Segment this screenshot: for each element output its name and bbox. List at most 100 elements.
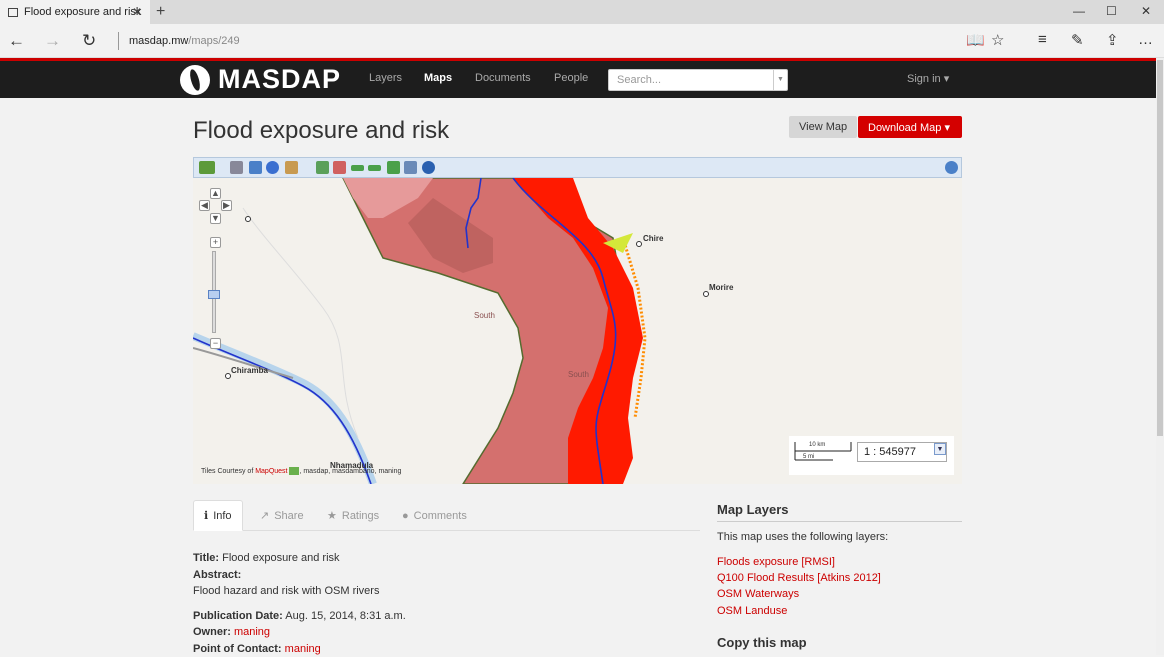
logo-text: MASDAP <box>218 64 341 95</box>
zoom-in-tool-icon[interactable] <box>316 161 329 174</box>
download-map-label: Download Map <box>868 122 941 134</box>
page-icon <box>8 8 18 17</box>
zoom-in-icon[interactable]: + <box>210 237 221 248</box>
comment-icon: ● <box>402 510 409 522</box>
place-label-chiramba: Chiramba <box>231 366 268 375</box>
scale-select[interactable]: 1 : 545977 ▼ <box>857 442 947 462</box>
basemap-icon[interactable] <box>199 161 215 174</box>
pan-left-icon[interactable]: ◀ <box>199 200 210 211</box>
back-arrow-icon[interactable] <box>351 165 364 171</box>
scale-dropdown-icon[interactable]: ▼ <box>934 443 946 455</box>
help-icon[interactable] <box>945 161 958 174</box>
mapquest-logo-icon <box>289 467 299 475</box>
signin-label: Sign in <box>907 73 941 85</box>
info-owner-row: Owner: maning <box>193 624 693 641</box>
window-close-icon[interactable]: ✕ <box>1141 4 1151 18</box>
layer-link-q100[interactable]: Q100 Flood Results [Atkins 2012] <box>717 572 881 584</box>
malawi-logo-icon <box>180 65 210 95</box>
new-tab-icon[interactable]: + <box>156 3 165 21</box>
maximize-icon[interactable]: ☐ <box>1106 4 1117 18</box>
tab-ratings[interactable]: ★ Ratings <box>317 500 389 531</box>
info-tool-icon[interactable] <box>266 161 279 174</box>
info-abstract-label: Abstract: <box>193 569 241 581</box>
measure-icon[interactable] <box>285 161 298 174</box>
info-title-value: Flood exposure and risk <box>222 552 339 564</box>
map-info: Title: Flood exposure and risk Abstract:… <box>193 550 693 657</box>
info-pubdate-row: Publication Date: Aug. 15, 2014, 8:31 a.… <box>193 608 693 625</box>
nav-people[interactable]: People <box>554 72 588 84</box>
pan-icon[interactable] <box>249 161 262 174</box>
share-icon: ↗ <box>260 509 269 522</box>
hub-icon[interactable]: ≡ <box>1038 31 1047 48</box>
map-attribution: Tiles Courtesy of MapQuest , masdap, mas… <box>201 467 401 475</box>
info-poc-label: Point of Contact: <box>193 643 282 655</box>
search-dropdown-icon[interactable]: ▼ <box>773 70 787 90</box>
poc-link[interactable]: maning <box>285 643 321 655</box>
nav-maps[interactable]: Maps <box>424 72 452 84</box>
refresh-icon[interactable]: ↻ <box>82 31 96 51</box>
url-field[interactable]: masdap.mw/maps/249 <box>129 35 240 47</box>
map-toolbar <box>193 157 962 178</box>
info-title-row: Title: Flood exposure and risk <box>193 550 693 567</box>
forward-arrow-icon[interactable] <box>368 165 381 171</box>
zoom-out-tool-icon[interactable] <box>333 161 346 174</box>
download-map-button[interactable]: Download Map ▾ <box>858 116 962 138</box>
region-label-south-2: South <box>568 370 589 379</box>
back-icon[interactable]: ← <box>8 31 25 51</box>
globe-icon[interactable] <box>422 161 435 174</box>
favorite-icon[interactable]: ☆ <box>991 31 1004 49</box>
zoom-out-icon[interactable]: − <box>210 338 221 349</box>
pan-up-icon[interactable]: ▲ <box>210 188 221 199</box>
info-owner-label: Owner: <box>193 626 231 638</box>
region-label-south: South <box>474 311 495 320</box>
tab-comments-label: Comments <box>414 510 467 522</box>
reading-view-icon[interactable]: 📖 <box>966 31 985 49</box>
url-separator <box>118 32 119 50</box>
browser-tab[interactable]: Flood exposure and risk ✕ <box>0 0 150 24</box>
detail-tabs: ℹ Info ↗ Share ★ Ratings ● Comments <box>193 500 700 531</box>
tab-info[interactable]: ℹ Info <box>193 500 243 531</box>
map-viewport[interactable]: ▲ ◀ ▶ ▼ + − Chire Morire South South Chi… <box>193 178 962 484</box>
attribution-suffix: , masdap, masdambano, maning <box>299 468 401 475</box>
pan-right-icon[interactable]: ▶ <box>221 200 232 211</box>
share-browser-icon[interactable]: ⇪ <box>1106 31 1119 49</box>
close-tab-icon[interactable]: ✕ <box>132 5 142 19</box>
caret-down-icon: ▾ <box>944 122 950 134</box>
site-logo[interactable]: MASDAP <box>180 64 341 95</box>
place-marker-chire <box>636 241 642 247</box>
info-abstract-value: Flood hazard and risk with OSM rivers <box>193 583 693 600</box>
forward-icon[interactable]: → <box>44 31 61 51</box>
nav-layers[interactable]: Layers <box>369 72 402 84</box>
minimize-icon[interactable]: — <box>1073 4 1085 18</box>
zoom-slider-thumb[interactable] <box>208 290 220 299</box>
layer-grid-icon[interactable] <box>404 161 417 174</box>
road-line <box>243 208 358 438</box>
view-map-button[interactable]: View Map <box>789 116 857 138</box>
search-input[interactable]: Search... ▼ <box>608 69 788 91</box>
info-pubdate-value: Aug. 15, 2014, 8:31 a.m. <box>285 610 405 622</box>
tab-share-label: Share <box>274 510 303 522</box>
layer-link-osm-waterways[interactable]: OSM Waterways <box>717 588 799 600</box>
place-label-chire: Chire <box>643 234 663 243</box>
layer-link-floods-exposure[interactable]: Floods exposure [RMSI] <box>717 556 835 568</box>
place-marker <box>245 216 251 222</box>
browser-tab-title: Flood exposure and risk <box>24 6 141 18</box>
owner-link[interactable]: maning <box>234 626 270 638</box>
pan-down-icon[interactable]: ▼ <box>210 213 221 224</box>
address-bar: ← → ↻ masdap.mw/maps/249 📖 ☆ ≡ ✎ ⇪ … <box>0 24 1164 58</box>
web-note-icon[interactable]: ✎ <box>1071 31 1084 49</box>
signin-link[interactable]: Sign in ▾ <box>907 72 949 85</box>
scrollbar-thumb[interactable] <box>1157 60 1163 436</box>
nav-documents[interactable]: Documents <box>475 72 531 84</box>
mapquest-link[interactable]: MapQuest <box>255 468 287 475</box>
layer-link-osm-landuse[interactable]: OSM Landuse <box>717 605 787 617</box>
zoom-extent-icon[interactable] <box>387 161 400 174</box>
scale-mi-label: 5 mi <box>803 454 814 460</box>
print-icon[interactable] <box>230 161 243 174</box>
more-icon[interactable]: … <box>1138 31 1153 48</box>
tab-comments[interactable]: ● Comments <box>392 500 477 531</box>
page-scrollbar[interactable] <box>1156 58 1164 655</box>
tab-info-label: Info <box>213 510 231 522</box>
tab-share[interactable]: ↗ Share <box>250 500 314 531</box>
place-label-morire: Morire <box>709 283 733 292</box>
